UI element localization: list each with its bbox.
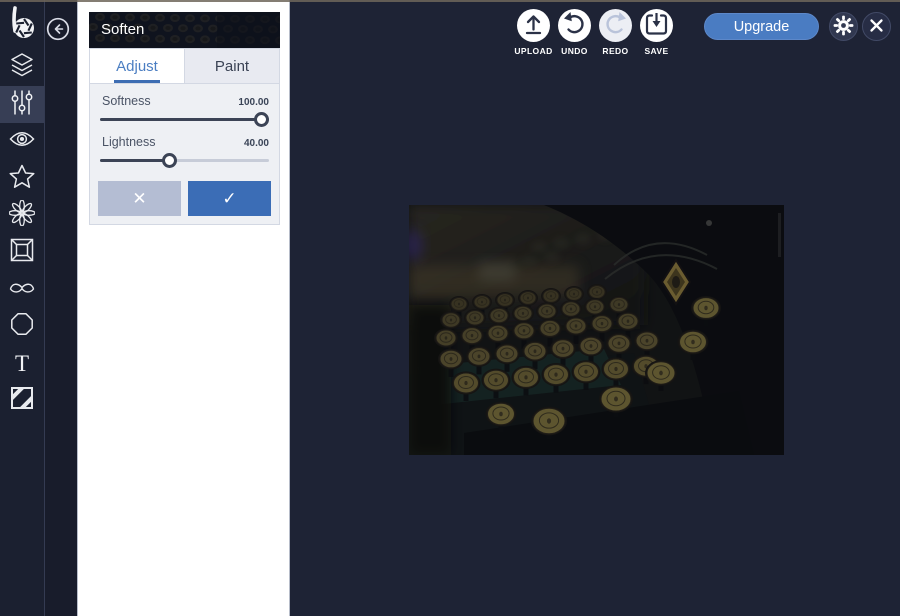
upload-tool: UPLOAD <box>514 9 553 56</box>
lightness-value: 40.00 <box>243 138 269 149</box>
panel-collapse-strip <box>45 0 77 616</box>
redo-button[interactable] <box>599 9 632 42</box>
befunky-logo[interactable] <box>0 0 44 49</box>
editor-canvas[interactable]: UPLOAD UNDO REDO SAVE Upgrade <box>290 0 900 616</box>
save-label: SAVE <box>644 46 669 56</box>
lightness-slider[interactable] <box>100 150 269 171</box>
softness-slider[interactable] <box>100 109 269 130</box>
photo-typewriter[interactable] <box>409 205 784 455</box>
top-toolbar: UPLOAD UNDO REDO SAVE <box>514 9 673 56</box>
soften-card: Adjust Paint Softness 100.00 Lightness 4… <box>89 48 280 225</box>
texture-icon <box>10 386 34 415</box>
sidebar-item-edit-tools[interactable] <box>0 86 44 123</box>
sliders-icon <box>11 89 33 121</box>
redo-icon <box>599 8 632 44</box>
window-top-edge <box>0 0 900 2</box>
shape-icon <box>10 312 34 341</box>
panel-header: Soften <box>89 12 280 48</box>
close-icon <box>862 11 891 43</box>
save-icon <box>640 8 673 44</box>
panel-actions: ✕ ✓ <box>98 176 271 216</box>
sidebar-item-touch-up[interactable] <box>0 197 44 234</box>
flower-icon <box>8 199 36 231</box>
back-arrow-icon <box>46 17 70 44</box>
sidebar-item-artsy-effects[interactable] <box>0 160 44 197</box>
softness-slider-handle[interactable] <box>254 112 269 127</box>
save-button[interactable] <box>640 9 673 42</box>
tab-paint[interactable]: Paint <box>184 49 279 83</box>
lightness-slider-row: Lightness 40.00 <box>98 135 271 171</box>
redo-tool: REDO <box>599 9 632 56</box>
text-icon: T <box>14 351 30 376</box>
adjust-controls: Softness 100.00 Lightness 40.00 ✕ ✓ <box>90 83 279 224</box>
layers-icon <box>10 52 34 83</box>
softness-value: 100.00 <box>238 97 269 108</box>
apply-button[interactable]: ✓ <box>188 181 271 216</box>
sidebar: T <box>0 0 45 616</box>
undo-button[interactable] <box>558 9 591 42</box>
upgrade-button[interactable]: Upgrade <box>704 13 819 40</box>
sidebar-item-overlays[interactable] <box>0 308 44 345</box>
back-button[interactable] <box>46 17 70 41</box>
tab-adjust[interactable]: Adjust <box>90 49 184 83</box>
mustache-icon <box>9 279 35 300</box>
eye-icon <box>9 130 35 153</box>
frame-icon <box>10 238 34 267</box>
befunky-logo-icon <box>7 4 37 45</box>
sidebar-item-text[interactable]: T <box>0 345 44 382</box>
undo-tool: UNDO <box>558 9 591 56</box>
soften-panel: Soften Adjust Paint Softness 100.00 Ligh… <box>77 0 290 616</box>
close-button[interactable] <box>862 12 891 41</box>
lightness-label: Lightness <box>102 135 156 149</box>
softness-label: Softness <box>102 94 151 108</box>
sidebar-item-frames[interactable] <box>0 234 44 271</box>
upload-icon <box>517 8 550 44</box>
undo-icon <box>558 8 591 44</box>
gear-icon <box>829 11 858 43</box>
cancel-button[interactable]: ✕ <box>98 181 181 216</box>
upload-button[interactable] <box>517 9 550 42</box>
settings-button[interactable] <box>829 12 858 41</box>
redo-label: REDO <box>602 46 629 56</box>
panel-title: Soften <box>101 21 145 38</box>
lightness-slider-handle[interactable] <box>161 153 177 168</box>
sidebar-item-graphics[interactable] <box>0 271 44 308</box>
sidebar-item-layers[interactable] <box>0 49 44 86</box>
sidebar-item-effects[interactable] <box>0 123 44 160</box>
typewriter-image <box>409 205 784 455</box>
tab-bar: Adjust Paint <box>90 49 279 83</box>
undo-label: UNDO <box>561 46 588 56</box>
upload-label: UPLOAD <box>514 46 553 56</box>
star-icon <box>9 164 35 194</box>
save-tool: SAVE <box>640 9 673 56</box>
sidebar-item-textures[interactable] <box>0 382 44 419</box>
softness-slider-row: Softness 100.00 <box>98 94 271 130</box>
